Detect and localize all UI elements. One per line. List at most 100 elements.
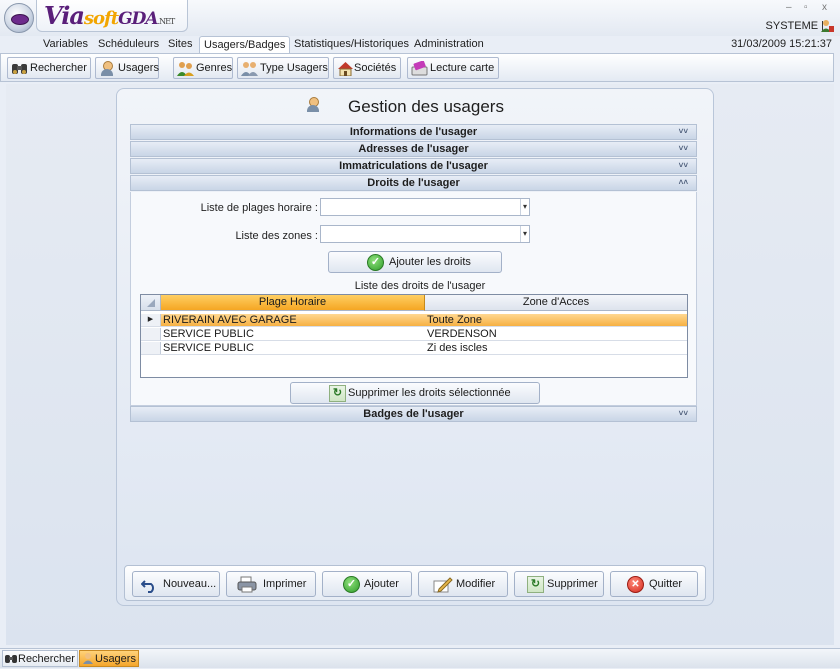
binoculars-icon	[5, 653, 17, 664]
cell-plage[interactable]: RIVERAIN AVEC GARAGE	[163, 314, 297, 326]
cell-zone[interactable]: Toute Zone	[427, 314, 482, 326]
quitter-label: Quitter	[649, 578, 683, 590]
usagers-label: Usagers	[118, 62, 159, 74]
task-tab-usagers-label: Usagers	[95, 653, 136, 665]
zones-label: Liste des zones :	[235, 230, 318, 242]
rechercher-button[interactable]: Rechercher	[7, 57, 91, 79]
societes-label: Sociétés	[354, 62, 397, 74]
lecture-carte-button[interactable]: Lecture carte	[407, 57, 499, 79]
cell-zone[interactable]: VERDENSON	[427, 328, 497, 340]
row-selector[interactable]: ▶	[141, 314, 161, 326]
supprimer-button[interactable]: ↻ Supprimer	[514, 571, 604, 597]
section-immatriculations[interactable]: Immatriculations de l'usager ˅˅	[130, 158, 697, 174]
section-droits[interactable]: Droits de l'usager ˄˄	[130, 175, 697, 191]
window-tabs-bar: Rechercher Usagers	[0, 648, 840, 668]
modifier-button[interactable]: Modifier	[418, 571, 508, 597]
dropdown-arrow-icon[interactable]: ▾	[520, 226, 529, 242]
ajouter-label: Ajouter	[364, 578, 399, 590]
section-adresses-label: Adresses de l'usager	[358, 143, 469, 155]
ajouter-droits-button[interactable]: ✓ Ajouter les droits	[328, 251, 502, 273]
user-avatar-icon	[820, 20, 834, 32]
grid-caption: Liste des droits de l'usager	[354, 280, 486, 292]
usagers-button[interactable]: Usagers	[95, 57, 159, 79]
menu-scheduleurs[interactable]: Schéduleurs	[98, 38, 159, 50]
section-adresses[interactable]: Adresses de l'usager ˅˅	[130, 141, 697, 157]
grid-corner[interactable]	[141, 295, 161, 311]
row-selector[interactable]	[141, 342, 161, 354]
table-row[interactable]: SERVICE PUBLIC VERDENSON	[141, 328, 687, 341]
chevron-down-icon: ˅˅	[678, 127, 688, 136]
close-icon: ✕	[627, 576, 644, 593]
dropdown-arrow-icon[interactable]: ▾	[520, 199, 529, 215]
quitter-button[interactable]: ✕ Quitter	[610, 571, 698, 597]
nouveau-button[interactable]: Nouveau...	[132, 571, 220, 597]
column-header-zone[interactable]: Zone d'Acces	[425, 295, 687, 311]
task-tab-rechercher[interactable]: Rechercher	[2, 650, 78, 667]
check-icon: ✓	[367, 254, 384, 271]
app-logo: ViasoftGDA.NET	[44, 1, 175, 30]
supprimer-label: Supprimer	[547, 578, 598, 590]
refresh-icon: ↻	[329, 385, 346, 402]
imprimer-button[interactable]: Imprimer	[226, 571, 316, 597]
genres-label: Genres	[196, 62, 233, 74]
chevron-down-icon: ˅˅	[678, 161, 688, 170]
cell-plage[interactable]: SERVICE PUBLIC	[163, 328, 254, 340]
chevron-up-icon: ˄˄	[678, 178, 688, 187]
house-icon	[337, 61, 354, 77]
cell-plage[interactable]: SERVICE PUBLIC	[163, 342, 254, 354]
user-icon	[99, 61, 116, 76]
section-informations[interactable]: Informations de l'usager ˅˅	[130, 124, 697, 140]
card-reader-icon	[411, 60, 428, 76]
supprimer-droits-label: Supprimer les droits sélectionnée	[348, 387, 511, 399]
panel-title: Gestion des usagers	[117, 97, 713, 117]
rechercher-label: Rechercher	[30, 62, 87, 74]
menu-administration[interactable]: Administration	[414, 38, 484, 50]
row-selector[interactable]	[141, 328, 161, 340]
menu-bar: Variables Schéduleurs Sites Usagers/Badg…	[0, 36, 840, 53]
ajouter-button[interactable]: ✓ Ajouter	[322, 571, 412, 597]
type-usagers-button[interactable]: Type Usagers	[237, 57, 329, 79]
section-badges-label: Badges de l'usager	[363, 408, 464, 420]
section-droits-label: Droits de l'usager	[367, 177, 460, 189]
menu-sites[interactable]: Sites	[168, 38, 192, 50]
app-orb-button[interactable]	[4, 3, 34, 33]
check-icon: ✓	[343, 576, 360, 593]
nouveau-label: Nouveau...	[163, 578, 217, 590]
menu-usagers-badges[interactable]: Usagers/Badges	[199, 36, 291, 53]
section-immatriculations-label: Immatriculations de l'usager	[339, 160, 488, 172]
close-window-button[interactable]: x	[822, 2, 827, 13]
cell-zone[interactable]: Zi des iscles	[427, 342, 488, 354]
section-informations-label: Informations de l'usager	[349, 126, 478, 138]
table-row[interactable]: SERVICE PUBLIC Zi des iscles	[141, 342, 687, 355]
genres-button[interactable]: Genres	[173, 57, 233, 79]
genres-icon	[177, 61, 194, 76]
societes-button[interactable]: Sociétés	[333, 57, 401, 79]
undo-icon	[140, 576, 158, 593]
chevron-down-icon: ˅˅	[678, 144, 688, 153]
column-header-plage[interactable]: Plage Horaire	[161, 295, 425, 311]
task-tab-rechercher-label: Rechercher	[18, 653, 75, 665]
window-controls: – ▫ x	[784, 2, 840, 14]
users-icon	[241, 61, 258, 76]
section-badges[interactable]: Badges de l'usager ˅˅	[130, 406, 697, 422]
plages-horaire-combo[interactable]: ▾	[320, 198, 530, 216]
task-tab-usagers[interactable]: Usagers	[79, 650, 139, 667]
menu-statistiques[interactable]: Statistiques/Historiques	[294, 38, 409, 50]
user-name: SYSTEME |	[765, 20, 824, 32]
menu-variables[interactable]: Variables	[43, 38, 88, 50]
toolbar: Rechercher Usagers Genres Type Usagers S…	[0, 53, 834, 82]
imprimer-label: Imprimer	[263, 578, 307, 590]
maximize-button[interactable]: ▫	[804, 2, 808, 13]
edit-icon	[433, 576, 453, 593]
user-icon	[82, 653, 94, 664]
plages-horaire-label: Liste de plages horaire :	[200, 202, 318, 214]
minimize-button[interactable]: –	[786, 2, 792, 13]
droits-grid[interactable]: Plage Horaire Zone d'Acces ▶ RIVERAIN AV…	[140, 294, 688, 378]
chevron-down-icon: ˅˅	[678, 409, 688, 418]
supprimer-droits-button[interactable]: ↻ Supprimer les droits sélectionnée	[290, 382, 540, 404]
zones-combo[interactable]: ▾	[320, 225, 530, 243]
binoculars-icon	[11, 61, 28, 76]
table-row[interactable]: ▶ RIVERAIN AVEC GARAGE Toute Zone	[141, 314, 687, 327]
type-usagers-label: Type Usagers	[260, 62, 328, 74]
lecture-carte-label: Lecture carte	[430, 62, 495, 74]
